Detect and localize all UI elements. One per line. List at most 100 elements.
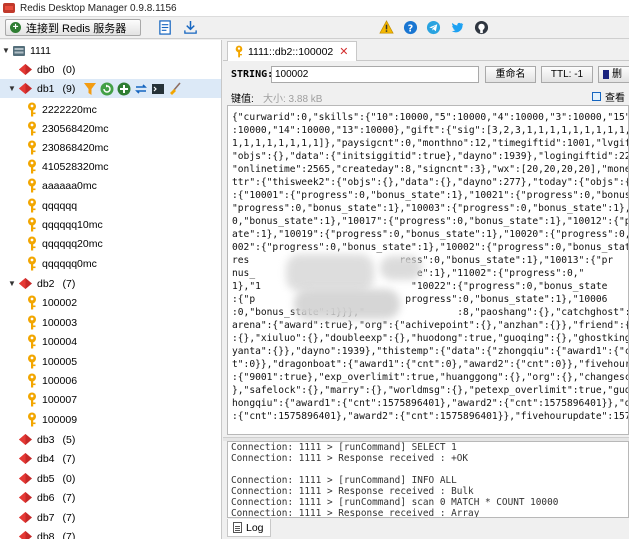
database-node-db7[interactable]: db7 (7) bbox=[18, 508, 75, 527]
key-icon bbox=[235, 45, 243, 58]
database-node-db4[interactable]: db4 (7) bbox=[18, 449, 75, 468]
key-node[interactable]: qqqqqq0mc bbox=[26, 254, 97, 273]
console-icon[interactable] bbox=[151, 82, 165, 96]
database-name: db6 bbox=[37, 491, 55, 504]
database-icon bbox=[19, 83, 32, 94]
database-icon bbox=[19, 473, 32, 484]
log-tab-label: Log bbox=[246, 521, 264, 534]
expand-arrow-icon[interactable]: ▼ bbox=[8, 84, 16, 93]
telegram-icon[interactable] bbox=[426, 20, 441, 35]
key-node[interactable]: 100004 bbox=[26, 332, 77, 351]
value-text-line: "progress":0,"bonus_state":1},"10003":{"… bbox=[232, 203, 629, 214]
database-key-count: (9) bbox=[62, 82, 76, 95]
value-text-line: :{"cnt":1575896401},"award2":{"cnt":1575… bbox=[232, 411, 629, 422]
key-name: 2222220mc bbox=[42, 103, 97, 116]
database-node-db1[interactable]: ▼ db1 (9) bbox=[0, 79, 221, 98]
key-name: 410528320mc bbox=[42, 160, 109, 173]
value-editor[interactable]: {"curwarid":0,"skills":{"10":10000,"5":1… bbox=[227, 105, 629, 435]
key-node[interactable]: aaaaaa0mc bbox=[26, 176, 97, 195]
view-mode-toggle[interactable]: 查看 bbox=[592, 89, 625, 104]
key-icon bbox=[28, 295, 36, 310]
server-icon bbox=[13, 45, 25, 56]
key-node[interactable]: 230568420mc bbox=[26, 119, 109, 138]
value-text-line: {"curwarid":0,"skills":{"10":10000,"5":1… bbox=[232, 112, 629, 123]
value-label: 键值: bbox=[231, 94, 254, 105]
database-node-db3[interactable]: db3 (5) bbox=[18, 430, 75, 449]
delete-button[interactable]: 删 bbox=[598, 66, 629, 83]
value-text-line: yanta":{}},"dayno":1939},"thistemp":{"da… bbox=[232, 346, 629, 357]
key-icon bbox=[28, 121, 36, 136]
tab-log[interactable]: Log bbox=[227, 519, 271, 537]
help-icon[interactable]: ? bbox=[403, 20, 418, 35]
key-type-label: STRING: bbox=[231, 69, 274, 80]
database-node-db2[interactable]: ▼ db2 (7) bbox=[8, 274, 75, 293]
database-key-count: (7) bbox=[62, 452, 76, 465]
github-icon[interactable] bbox=[474, 20, 489, 35]
database-name: db7 bbox=[37, 511, 55, 524]
value-text-line: :10000,"14":10000,"13":10000},"gift":{"s… bbox=[232, 125, 629, 136]
sync-icon[interactable] bbox=[134, 82, 148, 96]
key-name-field[interactable]: 100002 bbox=[271, 66, 479, 83]
key-node[interactable]: 100007 bbox=[26, 390, 77, 409]
database-icon bbox=[19, 453, 32, 464]
expand-arrow-icon[interactable]: ▼ bbox=[2, 46, 10, 55]
key-node[interactable]: 100005 bbox=[26, 352, 77, 371]
database-node-db6[interactable]: db6 (7) bbox=[18, 488, 75, 507]
key-node[interactable]: 100006 bbox=[26, 371, 77, 390]
rename-button[interactable]: 重命名 bbox=[485, 66, 536, 83]
database-icon bbox=[19, 64, 32, 75]
server-node[interactable]: ▼ 1111 bbox=[2, 41, 51, 60]
key-name: 100009 bbox=[42, 413, 78, 426]
key-node[interactable]: qqqqqq10mc bbox=[26, 215, 103, 234]
log-document-icon bbox=[233, 522, 242, 533]
key-node[interactable]: 2222220mc bbox=[26, 100, 97, 119]
twitter-icon[interactable] bbox=[450, 20, 465, 35]
connect-server-label: 连接到 Redis 服务器 bbox=[26, 22, 127, 35]
key-node[interactable]: qqqqqq20mc bbox=[26, 234, 103, 253]
key-node[interactable]: 100003 bbox=[26, 313, 77, 332]
key-icon bbox=[28, 217, 36, 232]
tab-key-100002[interactable]: 1111::db2::100002 ✕ bbox=[227, 41, 357, 61]
key-icon bbox=[28, 392, 36, 407]
key-icon bbox=[28, 315, 36, 330]
key-node[interactable]: 100002 bbox=[26, 293, 77, 312]
import-icon[interactable] bbox=[158, 20, 173, 35]
database-icon bbox=[19, 278, 32, 289]
reload-icon[interactable] bbox=[100, 82, 114, 96]
connect-server-button[interactable]: + 连接到 Redis 服务器 bbox=[5, 19, 141, 36]
close-tab-icon[interactable]: ✕ bbox=[339, 45, 348, 58]
add-key-icon[interactable] bbox=[117, 82, 131, 96]
database-node-db5[interactable]: db5 (0) bbox=[18, 469, 75, 488]
value-text-line: "onlinetime":2565,"createday":8,"signcnt… bbox=[232, 164, 629, 175]
title-bar: Redis Desktop Manager 0.9.8.1156 bbox=[0, 0, 629, 17]
key-name: 230868420mc bbox=[42, 141, 109, 154]
value-text-line: ttr":{"thisweek2":{"objs":{},"data":{},"… bbox=[232, 177, 629, 188]
database-node-db0[interactable]: db0 (0) bbox=[18, 60, 75, 79]
flush-broom-icon[interactable] bbox=[168, 81, 182, 96]
key-editor-panel: 1111::db2::100002 ✕ STRING: 100002 重命名 T… bbox=[223, 40, 629, 539]
database-key-count: (7) bbox=[62, 530, 76, 539]
key-icon bbox=[28, 178, 36, 193]
database-toolbar bbox=[83, 81, 185, 96]
key-name: 100005 bbox=[42, 355, 78, 368]
delete-icon bbox=[603, 70, 609, 79]
log-output[interactable]: Connection: 1111 > [runCommand] SELECT 1… bbox=[227, 441, 629, 518]
key-name: 100002 bbox=[42, 296, 78, 309]
export-icon[interactable] bbox=[183, 20, 198, 35]
key-node[interactable]: 100009 bbox=[26, 410, 77, 429]
key-name: aaaaaa0mc bbox=[42, 179, 97, 192]
key-node[interactable]: 230868420mc bbox=[26, 138, 109, 157]
key-node[interactable]: 410528320mc bbox=[26, 157, 109, 176]
log-line: Connection: 1111 > [runCommand] INFO ALL bbox=[231, 475, 457, 486]
redaction-blur bbox=[286, 254, 374, 292]
expand-arrow-icon[interactable]: ▼ bbox=[8, 279, 16, 288]
value-text-line: hongqiu":{"award1":{"cnt":1575896401},"a… bbox=[232, 398, 629, 409]
filter-icon[interactable] bbox=[83, 82, 97, 96]
warning-icon[interactable] bbox=[379, 20, 394, 35]
value-text-line: t":0}},"dragonboat":{"award1":{"cnt":0},… bbox=[232, 359, 629, 370]
key-icon bbox=[28, 140, 36, 155]
database-node-db8[interactable]: db8 (7) bbox=[18, 527, 75, 539]
ttl-button[interactable]: TTL: -1 bbox=[541, 66, 593, 83]
value-text-line: :{"p progress":0,"bonus_state":1},"10006 bbox=[232, 294, 608, 305]
key-node[interactable]: qqqqqq bbox=[26, 196, 77, 215]
